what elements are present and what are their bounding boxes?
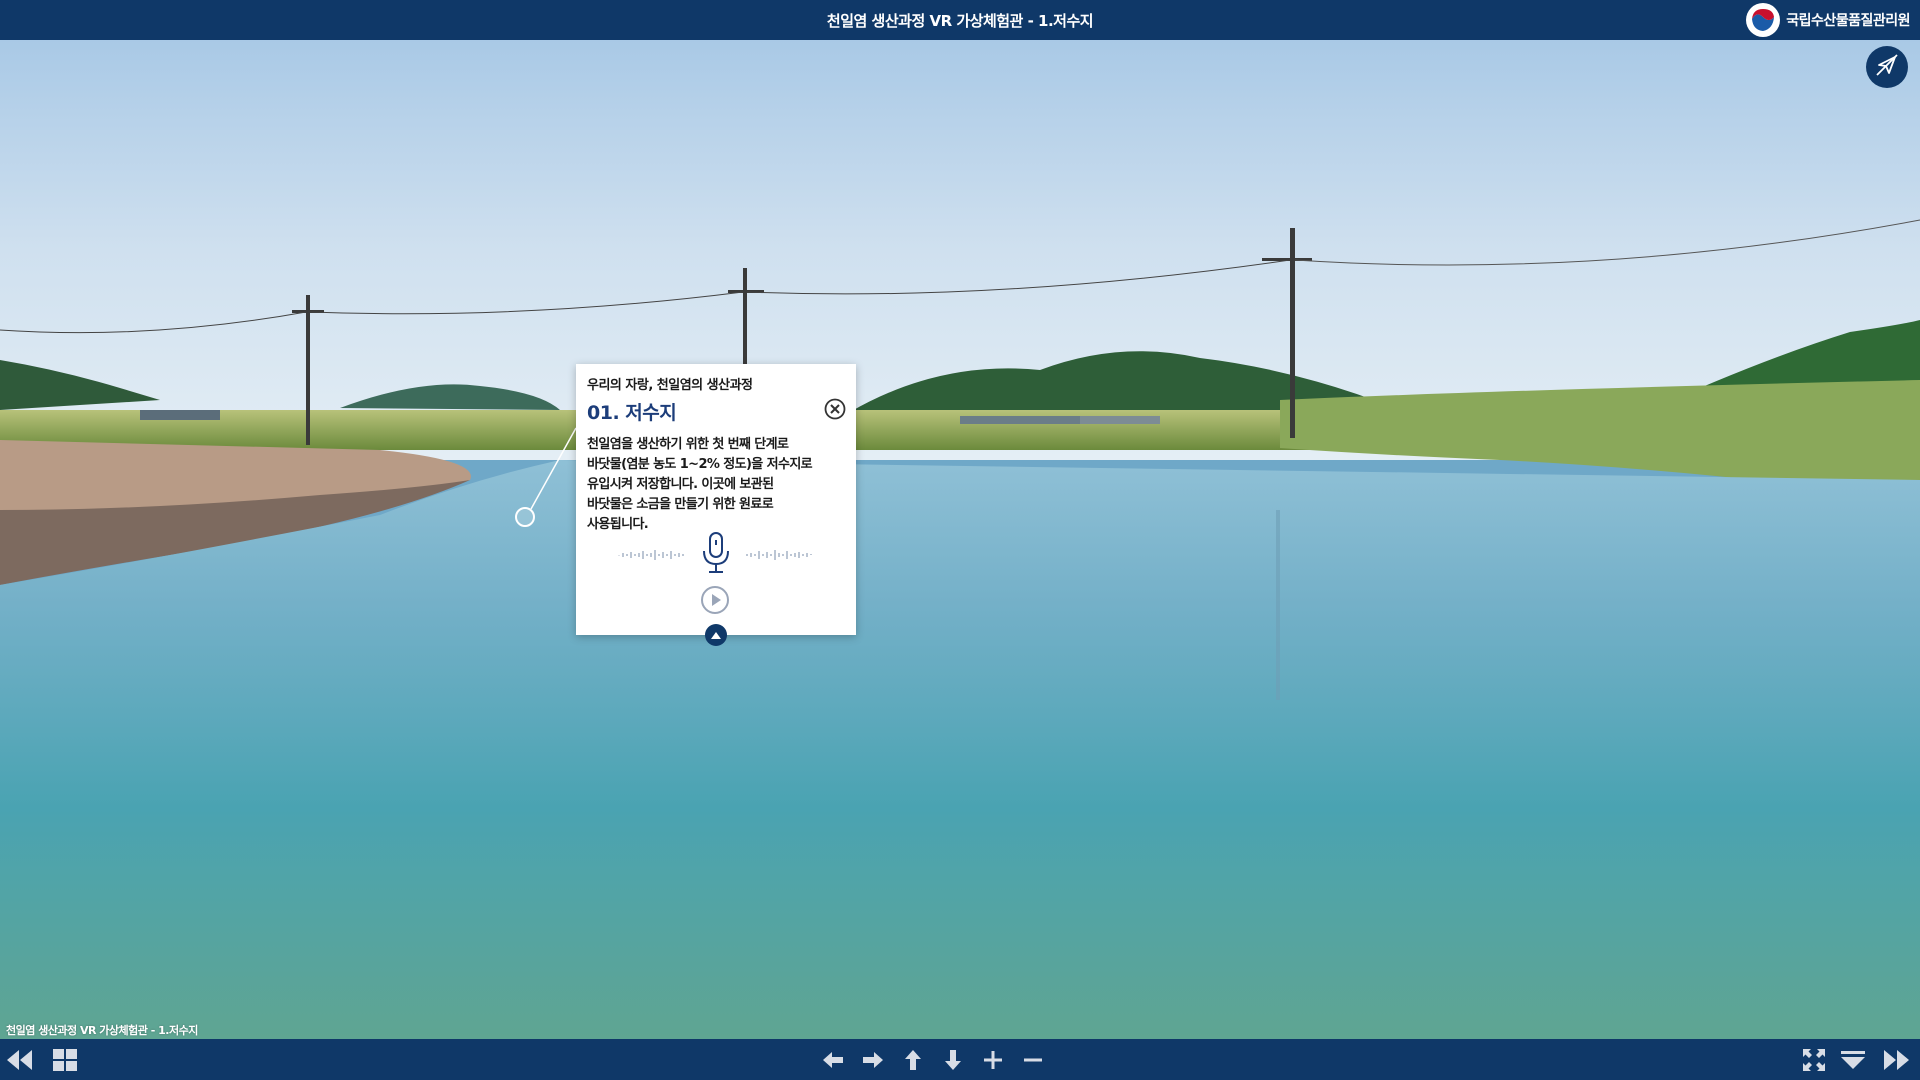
grid-icon[interactable] bbox=[50, 1045, 80, 1075]
plus-icon[interactable] bbox=[978, 1045, 1008, 1075]
org-logo[interactable]: 국립수산물품질관리원 bbox=[1746, 3, 1910, 37]
info-hotspot[interactable] bbox=[515, 507, 535, 527]
waveform-right-icon bbox=[746, 550, 812, 560]
korea-government-emblem-icon bbox=[1746, 3, 1781, 37]
top-bar: 천일염 생산과정 VR 가상체험관 - 1.저수지 국립수산물품질관리원 bbox=[0, 0, 1920, 40]
double-chevron-right-icon[interactable] bbox=[1882, 1045, 1912, 1075]
microphone-icon bbox=[699, 531, 733, 579]
gyro-off-icon bbox=[1874, 52, 1900, 82]
waveform-left-icon bbox=[618, 550, 684, 560]
arrow-up-icon[interactable] bbox=[898, 1045, 928, 1075]
arrow-down-icon[interactable] bbox=[938, 1045, 968, 1075]
arrow-left-icon[interactable] bbox=[818, 1045, 848, 1075]
collapse-up-icon[interactable] bbox=[705, 624, 727, 646]
bottom-control-bar bbox=[0, 1039, 1920, 1080]
hide-bar-icon[interactable] bbox=[1838, 1045, 1868, 1075]
audio-visualizer bbox=[576, 532, 856, 578]
play-circle-icon[interactable] bbox=[700, 585, 730, 615]
panorama-image bbox=[0, 40, 1920, 1039]
popup-description: 천일염을 생산하기 위한 첫 번째 단계로 바닷물(염분 농도 1~2% 정도)… bbox=[587, 437, 813, 532]
gyro-toggle-button[interactable] bbox=[1866, 46, 1908, 88]
arrow-right-icon[interactable] bbox=[858, 1045, 888, 1075]
fullscreen-icon[interactable] bbox=[1799, 1045, 1829, 1075]
popup-subtitle: 우리의 자랑, 천일염의 생산과정 bbox=[587, 378, 753, 393]
page-title: 천일염 생산과정 VR 가상체험관 - 1.저수지 bbox=[826, 11, 1094, 30]
org-name: 국립수산물품질관리원 bbox=[1786, 13, 1910, 29]
popup-heading: 01. 저수지 bbox=[587, 402, 677, 424]
info-popup: 우리의 자랑, 천일염의 생산과정 01. 저수지 천일염을 생산하기 위한 첫… bbox=[576, 364, 856, 646]
close-icon[interactable] bbox=[824, 398, 846, 420]
scene-caption: 천일염 생산과정 VR 가상체험관 - 1.저수지 bbox=[6, 1024, 198, 1037]
panorama-view[interactable] bbox=[0, 40, 1920, 1039]
minus-icon[interactable] bbox=[1018, 1045, 1048, 1075]
double-chevron-left-icon[interactable] bbox=[4, 1045, 34, 1075]
